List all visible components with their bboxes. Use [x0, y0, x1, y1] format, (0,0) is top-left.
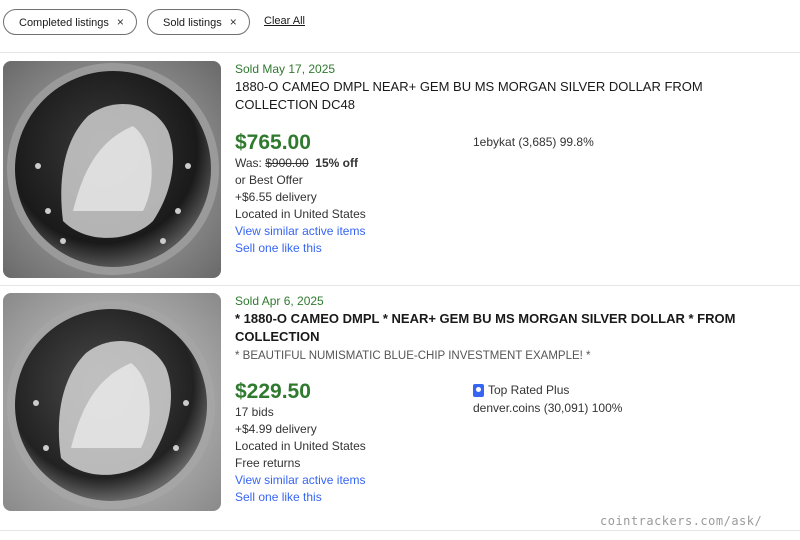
close-icon[interactable]: ×: [117, 15, 124, 29]
divider: [0, 52, 800, 53]
was-price-row: Was: $900.00 15% off: [235, 156, 358, 170]
filter-chip-sold[interactable]: Sold listings ×: [147, 9, 250, 35]
chip-label: Completed listings: [19, 17, 109, 29]
returns-policy: Free returns: [235, 456, 301, 470]
sold-date: Sold May 17, 2025: [235, 62, 336, 76]
listing-price: $765.00: [235, 131, 311, 154]
listing-title[interactable]: * 1880-O CAMEO DMPL * NEAR+ GEM BU MS MO…: [235, 310, 780, 346]
chip-label: Sold listings: [163, 17, 222, 29]
top-rated-badge-icon: [473, 383, 484, 397]
bid-count: 17 bids: [235, 405, 274, 419]
filter-chip-completed[interactable]: Completed listings ×: [3, 9, 137, 35]
sold-date: Sold Apr 6, 2025: [235, 294, 324, 308]
divider: [0, 530, 800, 531]
view-similar-link[interactable]: View similar active items: [235, 224, 365, 238]
listing-price: $229.50: [235, 380, 311, 403]
close-icon[interactable]: ×: [230, 15, 237, 29]
seller-info[interactable]: 1ebykat (3,685) 99.8%: [473, 135, 594, 149]
clear-all-link[interactable]: Clear All: [264, 15, 305, 27]
delivery-cost: +$6.55 delivery: [235, 190, 317, 204]
view-similar-link[interactable]: View similar active items: [235, 473, 365, 487]
was-price: $900.00: [265, 156, 309, 170]
listing-image[interactable]: [3, 61, 221, 278]
listing-title[interactable]: 1880-O CAMEO DMPL NEAR+ GEM BU MS MORGAN…: [235, 78, 780, 114]
watermark: cointrackers.com/ask/: [600, 514, 763, 528]
badge-label: Top Rated Plus: [488, 383, 570, 397]
sell-one-link[interactable]: Sell one like this: [235, 241, 322, 255]
item-location: Located in United States: [235, 439, 366, 453]
divider: [0, 285, 800, 286]
best-offer: or Best Offer: [235, 173, 303, 187]
top-rated-badge: Top Rated Plus: [473, 383, 569, 397]
seller-info[interactable]: denver.coins (30,091) 100%: [473, 401, 622, 415]
discount: 15% off: [315, 156, 358, 170]
was-label: Was:: [235, 156, 262, 170]
item-location: Located in United States: [235, 207, 366, 221]
listing-image[interactable]: [3, 293, 221, 511]
sell-one-link[interactable]: Sell one like this: [235, 490, 322, 504]
delivery-cost: +$4.99 delivery: [235, 422, 317, 436]
listing-subtitle: * BEAUTIFUL NUMISMATIC BLUE-CHIP INVESTM…: [235, 350, 591, 362]
